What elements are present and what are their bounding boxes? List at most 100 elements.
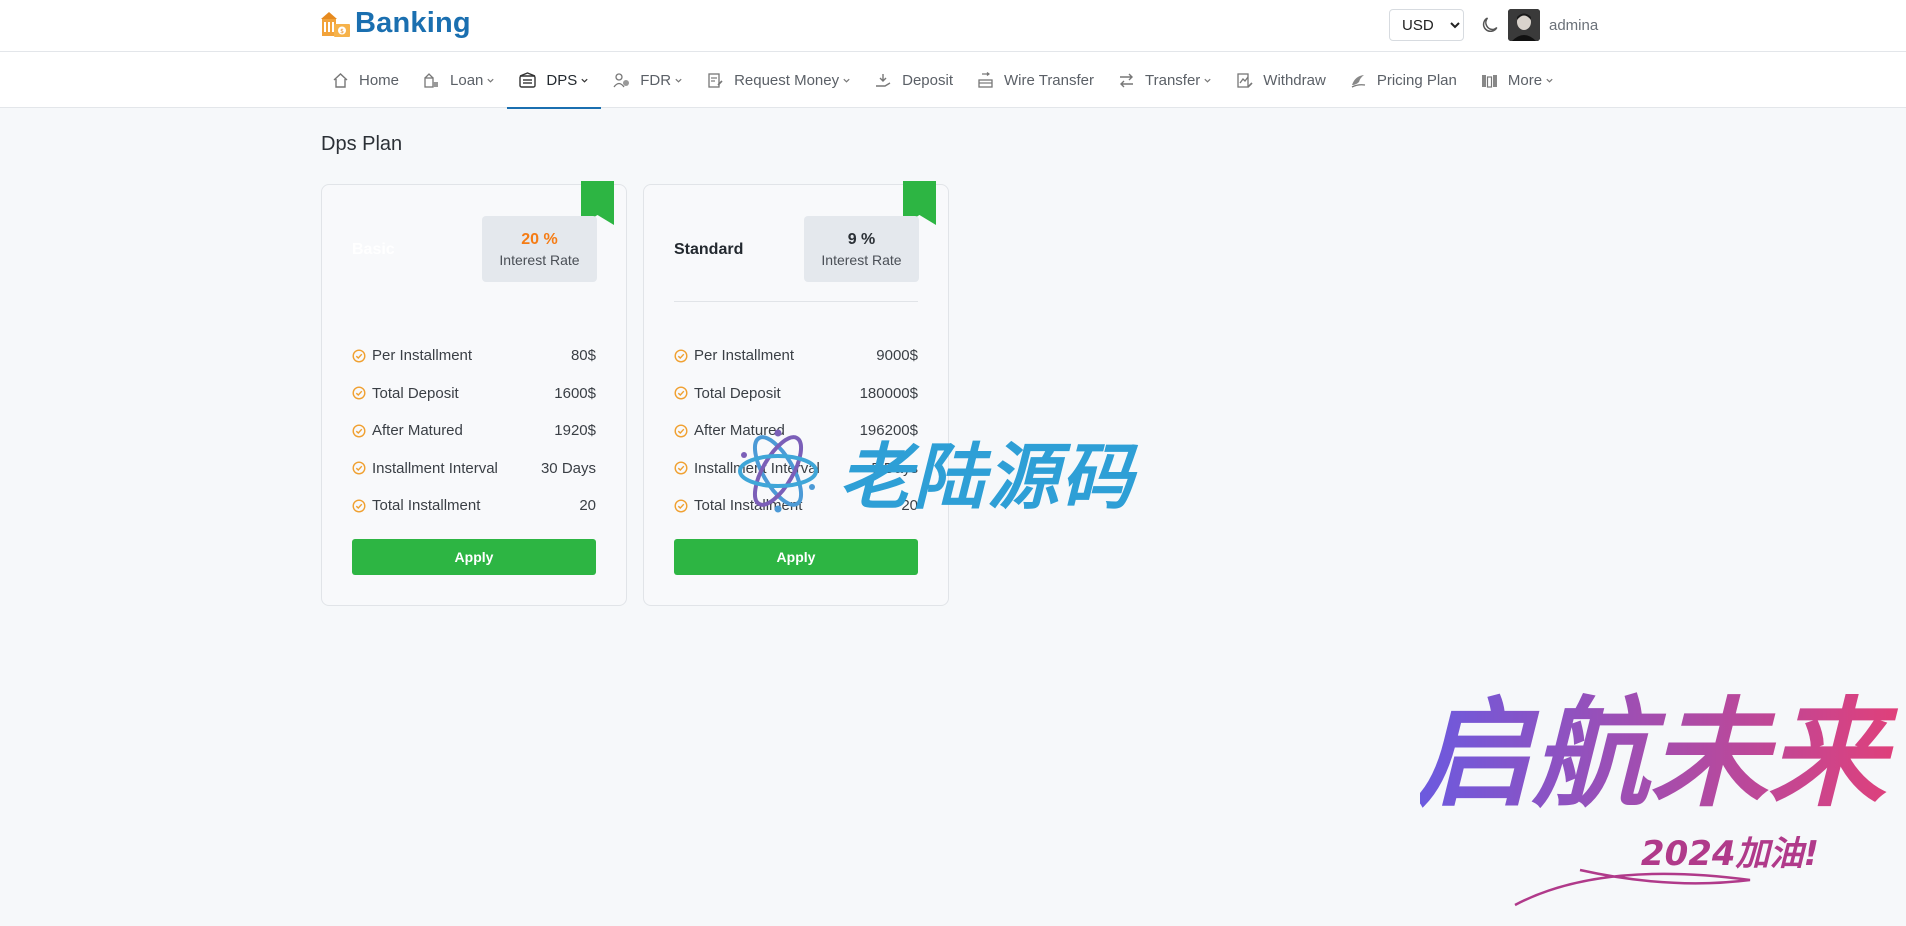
feature-value: 80$ (570, 347, 596, 365)
check-circle-icon (674, 461, 688, 475)
nav-label: FDR (640, 71, 672, 89)
nav-item-more[interactable]: More (1469, 52, 1566, 108)
brand-logo[interactable]: $ Banking (320, 7, 471, 40)
feature-label: Per Installment (372, 347, 473, 365)
nav-label: Request Money (734, 71, 840, 89)
corner-watermark: 启航未来 2024加油! (1420, 685, 1899, 907)
feature-value: 1600$ (554, 384, 596, 402)
chevron-down-icon (675, 78, 682, 83)
nav-label: Pricing Plan (1376, 71, 1457, 89)
nav-label: Transfer (1145, 71, 1201, 89)
feature-row: Per Installment 9000$ (674, 337, 918, 375)
bank-logo-icon: $ (321, 11, 350, 37)
plan-name: Basic (352, 241, 395, 258)
plan-card-standard: Standard 9 % Interest Rate Per Installme… (643, 181, 949, 606)
feature-value: 30 Days (540, 459, 596, 477)
nav-label: Withdraw (1263, 71, 1326, 89)
center-watermark: 老陆源码 (735, 418, 1135, 523)
nav-item-withdraw[interactable]: Withdraw (1224, 52, 1338, 108)
nav-label: DPS (546, 71, 578, 89)
chevron-down-icon (487, 78, 495, 83)
fdr-icon (613, 72, 630, 87)
feature-label: Total Installment (372, 497, 481, 515)
nav-label: Deposit (902, 71, 953, 89)
nav-label: Loan (450, 71, 484, 89)
transfer-icon (1120, 73, 1133, 87)
feature-row: Total Installment 20 (352, 487, 596, 525)
moon-icon[interactable] (1480, 15, 1500, 35)
check-circle-icon (352, 499, 366, 513)
main-nav: Home Loan DPS FDR Request Money Deposit (0, 52, 1906, 109)
withdraw-icon (1237, 72, 1253, 88)
card-divider (674, 301, 918, 302)
deposit-icon (876, 73, 891, 87)
svg-text:$: $ (340, 28, 344, 35)
pricing-plan-icon (1351, 74, 1365, 88)
feature-row: Total Deposit 1600$ (352, 375, 596, 413)
more-icon (1481, 74, 1497, 88)
check-circle-icon (674, 499, 688, 513)
plan-name: Standard (674, 241, 744, 258)
nav-item-wire-transfer[interactable]: Wire Transfer (965, 52, 1106, 108)
interest-rate-label: Interest Rate (499, 252, 580, 268)
atom-logo-icon (738, 429, 818, 512)
check-circle-icon (352, 461, 366, 475)
watermark-text: 老陆源码 (839, 435, 1136, 519)
username[interactable]: admina (1549, 17, 1598, 34)
feature-value: 9000$ (876, 347, 918, 365)
nav-item-pricing-plan[interactable]: Pricing Plan (1338, 52, 1469, 108)
nav-item-request-money[interactable]: Request Money (695, 52, 863, 108)
feature-label: Installment Interval (372, 459, 498, 477)
nav-item-deposit[interactable]: Deposit (863, 52, 965, 108)
home-icon (333, 72, 348, 88)
nav-label: Home (359, 71, 400, 89)
feature-value: 20 (579, 497, 596, 515)
corner-watermark-subtext: 2024加油! (1641, 834, 1819, 874)
check-circle-icon (352, 386, 366, 400)
nav-item-home[interactable]: Home (320, 52, 411, 108)
check-circle-icon (674, 349, 688, 363)
nav-label: Wire Transfer (1003, 71, 1094, 89)
plan-card-basic: Basic 20 % Interest Rate Per Installment… (321, 181, 627, 606)
nav-label: More (1507, 71, 1543, 89)
plan-features: Per Installment 80$ Total Deposit 1600$ … (352, 337, 596, 525)
check-circle-icon (674, 386, 688, 400)
chevron-down-icon (843, 78, 850, 83)
dps-icon (519, 71, 537, 88)
interest-rate-box: 9 % Interest Rate (804, 216, 919, 282)
nav-item-dps[interactable]: DPS (507, 52, 602, 109)
apply-button[interactable]: Apply (352, 539, 596, 575)
feature-label: After Matured (372, 422, 463, 440)
interest-rate-label: Interest Rate (821, 252, 902, 268)
corner-watermark-text: 启航未来 (1420, 685, 1899, 823)
check-circle-icon (352, 424, 366, 438)
feature-row: Installment Interval 30 Days (352, 450, 596, 488)
top-header: $ Banking USD admina (0, 0, 1906, 52)
feature-value: 1920$ (554, 422, 596, 440)
nav-item-transfer[interactable]: Transfer (1106, 52, 1224, 108)
nav-item-loan[interactable]: Loan (411, 52, 507, 108)
request-money-icon (708, 72, 723, 88)
feature-label: Total Deposit (372, 384, 459, 402)
chevron-down-icon (1546, 78, 1553, 83)
feature-label: Total Deposit (694, 384, 781, 402)
brand-name: Banking (355, 7, 471, 39)
interest-rate-box: 20 % Interest Rate (482, 216, 597, 282)
feature-row: Per Installment 80$ (352, 337, 596, 375)
interest-rate-value: 9 % (847, 231, 876, 248)
check-circle-icon (352, 349, 366, 363)
chevron-down-icon (1204, 78, 1211, 83)
chevron-down-icon (581, 78, 588, 83)
interest-rate-value: 20 % (521, 231, 558, 248)
feature-row: Total Deposit 180000$ (674, 375, 918, 413)
loan-icon (424, 72, 439, 88)
currency-select[interactable]: USD (1389, 9, 1464, 41)
wire-transfer-icon (978, 71, 993, 88)
check-circle-icon (674, 424, 688, 438)
feature-row: After Matured 1920$ (352, 412, 596, 450)
apply-button[interactable]: Apply (674, 539, 918, 575)
avatar-icon[interactable] (1508, 9, 1540, 41)
nav-item-fdr[interactable]: FDR (601, 52, 695, 108)
feature-label: Per Installment (694, 347, 795, 365)
page-title: Dps Plan (321, 133, 403, 155)
